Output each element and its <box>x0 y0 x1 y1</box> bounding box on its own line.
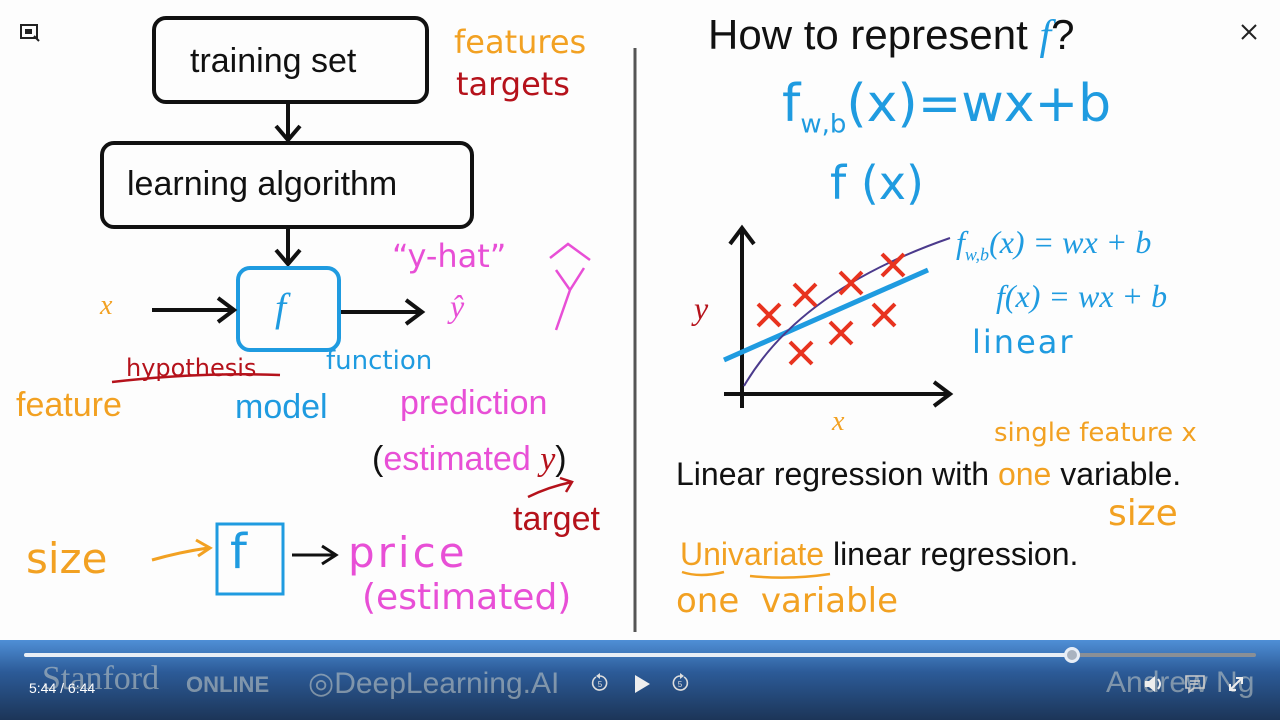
fullscreen-icon[interactable] <box>1224 672 1248 696</box>
data-points <box>756 252 906 366</box>
arrow-down-icon <box>274 229 302 268</box>
training-set-label: training set <box>190 42 357 80</box>
univariate-word: Univariate <box>680 536 825 572</box>
linear-regression-line: Linear regression with one variable. <box>676 458 1181 490</box>
eq-sub: w,b <box>964 244 990 265</box>
progress-slider[interactable] <box>24 647 1256 663</box>
univariate-line: Univariate linear regression. <box>680 538 1078 570</box>
lecture-slide: training set learning algorithm features… <box>0 0 1280 640</box>
uni-text: linear regression. <box>824 536 1079 572</box>
one-variable-note: one variable <box>676 581 899 621</box>
graph-x-label: x <box>832 406 845 437</box>
eq-sub: w,b <box>800 109 847 140</box>
online-watermark: ONLINE <box>186 672 270 697</box>
lr-one: one <box>997 456 1052 492</box>
paren: ) <box>555 440 567 478</box>
y-symbol: y <box>540 441 556 478</box>
model-f: f <box>275 285 287 330</box>
deeplearning-watermark: ◎DeepLearning.AI <box>308 667 560 700</box>
size-note: size <box>1108 493 1178 534</box>
model-box <box>236 266 341 352</box>
time-display: 5:44 / 6:44 <box>29 680 96 696</box>
forward-seconds: 5 <box>678 680 683 689</box>
play-icon <box>635 675 650 693</box>
dlai-text: DeepLearning.AI <box>334 667 560 700</box>
picture-in-picture-icon[interactable] <box>18 20 42 44</box>
title-q: ? <box>1051 11 1075 58</box>
title-text: How to represent <box>708 11 1040 58</box>
features-note: features <box>454 23 587 61</box>
eq-f: f <box>956 224 965 260</box>
linear-note: linear <box>972 323 1075 361</box>
equation-2: f (x) <box>830 156 924 210</box>
price-estimated-label: (estimated) <box>362 577 572 618</box>
rewind-seconds: 5 <box>598 680 603 689</box>
price-label: price <box>348 528 468 577</box>
eq-f: f <box>782 74 801 134</box>
progress-fill <box>24 653 1073 657</box>
single-feature-note: single feature x <box>994 418 1197 448</box>
model-label: model <box>235 388 328 426</box>
legend-eq-1: fw,b(x) = wx + b <box>956 226 1151 263</box>
forward-5-icon[interactable]: 5 <box>669 672 691 694</box>
volume-icon[interactable] <box>1142 672 1168 696</box>
estimated-y: (estimated y) <box>372 442 567 477</box>
lr-text: variable. <box>1051 456 1182 492</box>
arrow-right-icon <box>341 298 426 326</box>
play-button[interactable] <box>630 672 654 696</box>
targets-note: targets <box>456 65 570 103</box>
target-label: target <box>513 500 600 538</box>
y-hat-quote: “y-hat” <box>392 237 507 275</box>
close-icon[interactable] <box>1236 19 1262 45</box>
rewind-5-icon[interactable]: 5 <box>589 672 611 694</box>
learning-algorithm-label: learning algorithm <box>127 165 398 203</box>
estimated-text: estimated <box>383 440 531 478</box>
paren: ( <box>372 440 384 478</box>
equation-1: fw,b(x)=wx+b <box>782 78 1111 137</box>
slide-title: How to represent f? <box>708 11 1075 59</box>
eq-rest: (x)=wx+b <box>846 74 1112 134</box>
feature-label: feature <box>16 386 122 424</box>
size-label: size <box>26 534 108 583</box>
function-note: function <box>326 346 433 376</box>
captions-icon[interactable] <box>1183 672 1207 696</box>
arrow-down-icon <box>274 104 302 144</box>
hypothesis-struck: hypothesis <box>126 354 257 382</box>
title-f: f <box>1039 13 1052 59</box>
input-x: x <box>100 290 113 321</box>
arrow-right-icon <box>152 296 238 324</box>
prediction-label: prediction <box>400 384 548 422</box>
y-hat-output: ŷ <box>450 288 465 324</box>
graph-y-label: y <box>694 290 709 326</box>
lr-text: Linear regression with <box>676 456 998 492</box>
f-box-label: f <box>230 524 247 580</box>
legend-eq-2: f(x) = wx + b <box>996 278 1168 314</box>
eq-rest: (x) = wx + b <box>989 224 1152 260</box>
